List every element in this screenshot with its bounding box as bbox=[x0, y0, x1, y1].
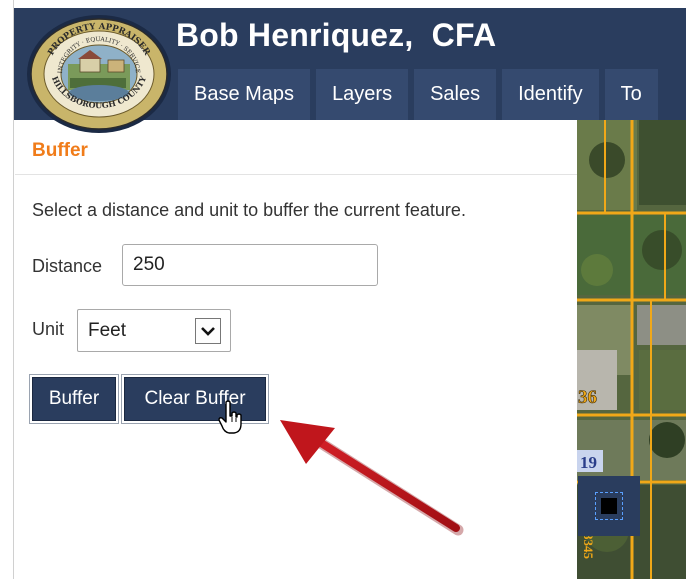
nav-item-identify[interactable]: Identify bbox=[502, 69, 599, 120]
map-parcel-label-19: 19 bbox=[580, 453, 597, 472]
frame-top bbox=[14, 0, 686, 8]
hand-pointer-icon bbox=[218, 400, 242, 434]
nav-item-base-maps[interactable]: Base Maps bbox=[178, 69, 311, 120]
nav-item-sales[interactable]: Sales bbox=[414, 69, 497, 120]
unit-label: Unit bbox=[32, 319, 65, 339]
square-select-icon bbox=[595, 492, 623, 520]
panel-divider bbox=[15, 174, 577, 175]
nav-item-tools[interactable]: To bbox=[604, 69, 658, 120]
county-seal-logo[interactable]: PROPERTY APPRAISER INTEGRITY · EQUALITY … bbox=[26, 12, 172, 134]
clear-buffer-button[interactable]: Clear Buffer bbox=[124, 377, 266, 421]
map-parcel-label-36: 36 bbox=[578, 387, 597, 408]
nav-item-layers[interactable]: Layers bbox=[316, 69, 409, 120]
page-title: Bob Henriquez, CFA bbox=[176, 17, 497, 53]
chevron-down-icon[interactable] bbox=[195, 317, 221, 344]
distance-label: Distance bbox=[32, 256, 103, 276]
unit-select[interactable]: Feet bbox=[77, 309, 231, 352]
buffer-button[interactable]: Buffer bbox=[32, 377, 116, 421]
main-nav: Base Maps Layers Sales Identify To bbox=[178, 69, 658, 120]
buffer-panel: Buffer Select a distance and unit to buf… bbox=[15, 120, 577, 579]
unit-select-value: Feet bbox=[88, 319, 127, 341]
panel-title: Buffer bbox=[32, 140, 88, 161]
distance-input[interactable] bbox=[122, 244, 378, 286]
map-select-tool-button[interactable] bbox=[578, 476, 640, 536]
app-window: Bob Henriquez, CFA Base Maps Layers Sale… bbox=[0, 0, 686, 579]
frame-left bbox=[0, 0, 14, 579]
buffer-instructions: Select a distance and unit to buffer the… bbox=[32, 200, 466, 220]
map-parcel-label-8345: 8345 bbox=[581, 533, 596, 560]
